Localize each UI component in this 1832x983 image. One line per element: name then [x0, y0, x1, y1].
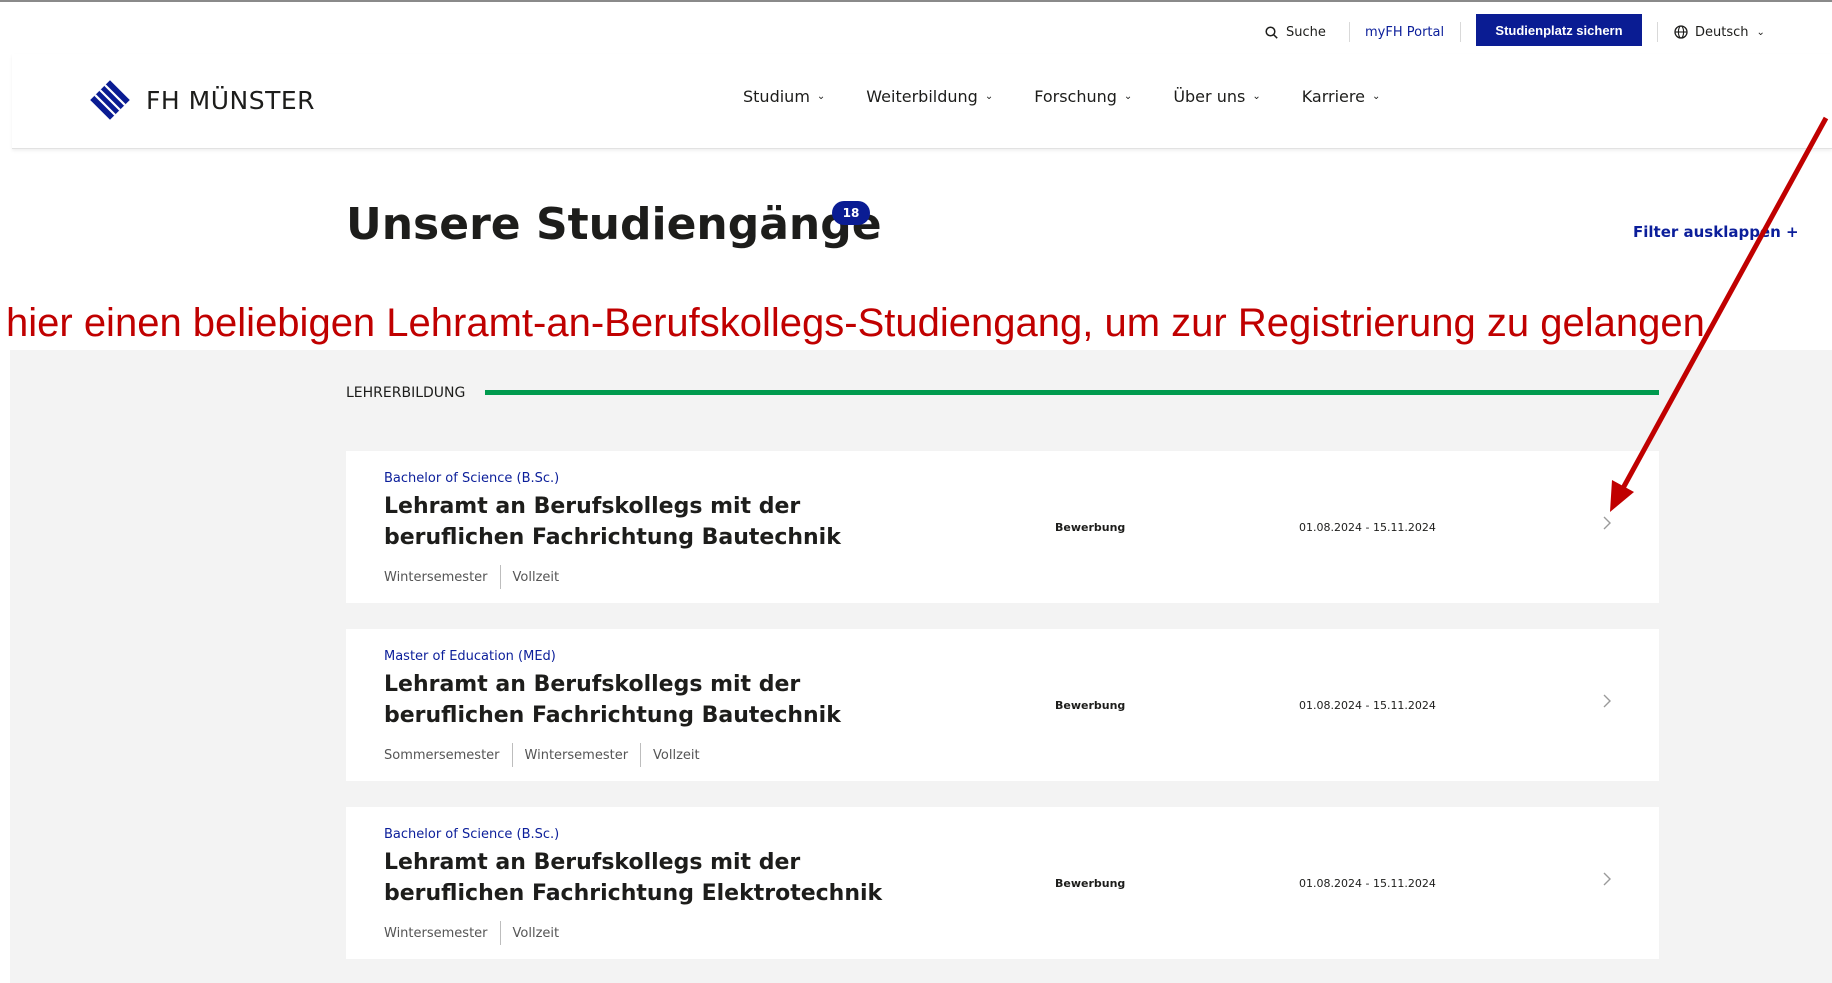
browser-top-border	[0, 0, 1832, 2]
portal-label: myFH Portal	[1365, 24, 1445, 40]
search-link[interactable]: Suche	[1265, 14, 1326, 50]
myfh-portal-link[interactable]: myFH Portal	[1365, 14, 1444, 50]
nav-label: Über uns	[1173, 87, 1246, 106]
nav-item-karriere[interactable]: Karriere ⌄	[1302, 87, 1381, 106]
chevron-down-icon: ⌄	[1252, 91, 1261, 102]
application-dates: 01.08.2024 - 15.11.2024	[1299, 699, 1436, 712]
section-label: LEHRERBILDUNG	[346, 385, 466, 401]
fh-muenster-logo[interactable]: FH MÜNSTER	[90, 80, 315, 120]
application-status: Bewerbung	[1055, 699, 1126, 712]
utility-divider	[1657, 22, 1658, 42]
nav-label: Forschung	[1034, 87, 1117, 106]
program-card[interactable]: Bachelor of Science (B.Sc.) Lehramt an B…	[346, 807, 1659, 959]
chevron-right-icon[interactable]	[1602, 515, 1612, 531]
section-divider	[485, 390, 1659, 395]
program-card[interactable]: Master of Education (MEd) Lehramt an Ber…	[346, 629, 1659, 781]
globe-icon	[1674, 25, 1688, 39]
program-tags: Wintersemester Vollzeit	[384, 565, 571, 589]
nav-item-ueber-uns[interactable]: Über uns ⌄	[1173, 87, 1260, 106]
language-selector[interactable]: Deutsch ⌄	[1674, 14, 1765, 50]
program-card[interactable]: Bachelor of Science (B.Sc.) Lehramt an B…	[346, 451, 1659, 603]
language-label: Deutsch	[1695, 24, 1749, 40]
application-status: Bewerbung	[1055, 877, 1126, 890]
tag: Vollzeit	[499, 565, 572, 589]
tag: Vollzeit	[499, 921, 572, 945]
program-tags: Sommersemester Wintersemester Vollzeit	[384, 743, 712, 767]
chevron-down-icon: ⌄	[1123, 91, 1133, 102]
logo-text: FH MÜNSTER	[146, 85, 316, 115]
chevron-down-icon: ⌄	[1371, 91, 1381, 102]
program-count-badge: 18	[832, 201, 870, 225]
nav-item-weiterbildung[interactable]: Weiterbildung ⌄	[866, 87, 993, 106]
search-icon	[1265, 25, 1278, 39]
tag: Wintersemester	[511, 743, 641, 767]
application-status: Bewerbung	[1055, 521, 1126, 534]
annotation-text: hier einen beliebigen Lehramt-an-Berufsk…	[6, 301, 1705, 345]
main-navigation: FH MÜNSTER Studium ⌄ Weiterbildung ⌄ Forsc…	[12, 54, 1832, 149]
nav-label: Studium	[743, 87, 810, 106]
chevron-down-icon: ⌄	[816, 91, 826, 102]
chevron-right-icon[interactable]	[1602, 693, 1612, 709]
chevron-right-icon[interactable]	[1602, 871, 1612, 887]
tag: Vollzeit	[640, 743, 712, 767]
search-label: Suche	[1286, 24, 1326, 40]
nav-label: Weiterbildung	[866, 87, 978, 106]
program-title: Lehramt an Berufskollegs mit der berufli…	[384, 850, 883, 906]
chevron-down-icon: ⌄	[984, 91, 994, 102]
program-title: Lehramt an Berufskollegs mit der berufli…	[384, 672, 841, 728]
application-dates: 01.08.2024 - 15.11.2024	[1299, 877, 1436, 890]
chevron-down-icon: ⌄	[1756, 26, 1765, 38]
degree-label: Bachelor of Science (B.Sc.)	[384, 827, 560, 842]
nav-label: Karriere	[1301, 87, 1365, 106]
utility-divider	[1460, 22, 1461, 42]
filter-toggle-button[interactable]: Filter ausklappen +	[1633, 223, 1799, 241]
nav-items: Studium ⌄ Weiterbildung ⌄ Forschung ⌄ Über …	[743, 87, 1421, 106]
degree-label: Master of Education (MEd)	[384, 649, 556, 664]
nav-item-studium[interactable]: Studium ⌄	[743, 87, 825, 106]
tag: Wintersemester	[384, 925, 488, 941]
studienplatz-sichern-button[interactable]: Studienplatz sichern	[1476, 14, 1642, 46]
page-title: Unsere Studiengänge	[346, 199, 882, 250]
degree-label: Bachelor of Science (B.Sc.)	[384, 471, 560, 486]
application-dates: 01.08.2024 - 15.11.2024	[1299, 521, 1436, 534]
utility-bar: Suche myFH Portal Studienplatz sichern D…	[0, 14, 1832, 50]
tag: Sommersemester	[384, 747, 500, 763]
program-tags: Wintersemester Vollzeit	[384, 921, 571, 945]
program-title: Lehramt an Berufskollegs mit der berufli…	[384, 494, 841, 550]
tag: Wintersemester	[384, 569, 488, 585]
fh-logo-icon	[90, 80, 130, 120]
nav-item-forschung[interactable]: Forschung ⌄	[1034, 87, 1132, 106]
utility-divider	[1349, 22, 1350, 42]
